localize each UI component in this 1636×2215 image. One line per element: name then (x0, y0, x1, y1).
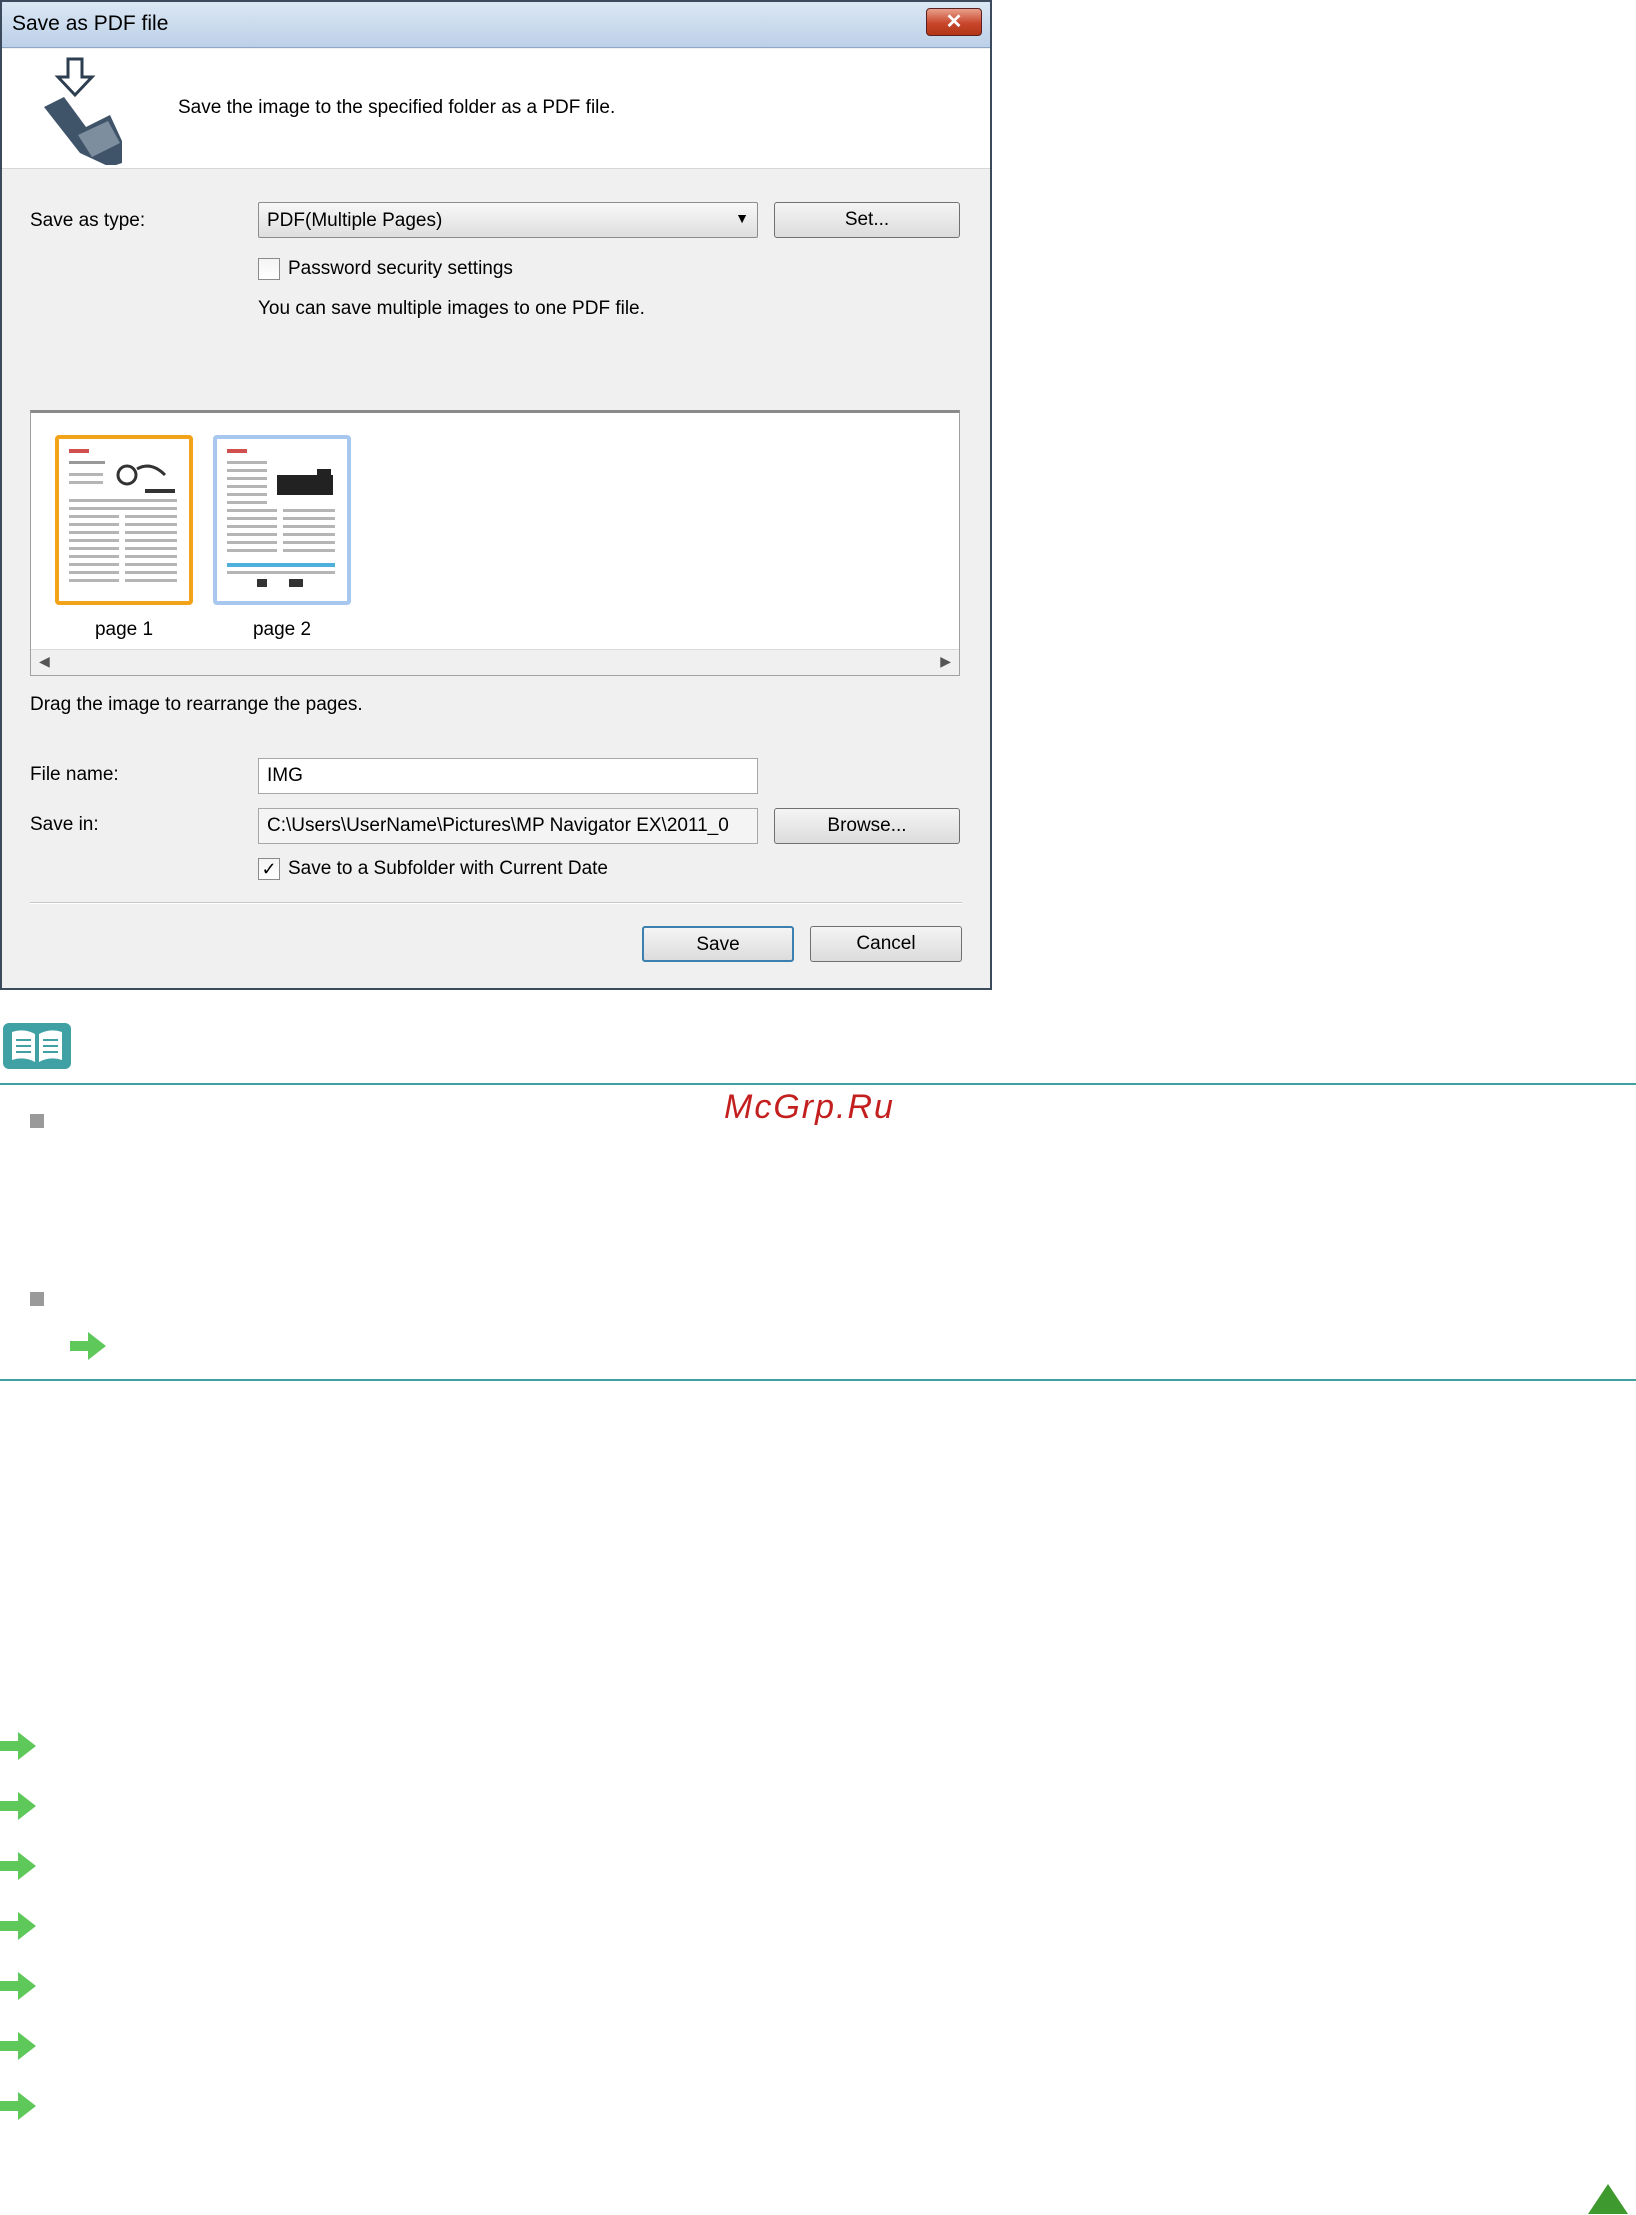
document-page-icon (69, 449, 177, 582)
note-bottom-rule (0, 1379, 1636, 1381)
save-as-pdf-dialog: Save as PDF file ✕ Save the image to the… (0, 0, 992, 990)
note-book-icon (3, 1023, 71, 1069)
note-bullet-1 (30, 1114, 44, 1128)
page-thumbnails-area[interactable]: page 1 page 2 ◀ ▶ (30, 410, 960, 676)
drag-hint: Drag the image to rearrange the pages. (30, 694, 363, 715)
dropdown-arrow-icon: ▼ (735, 210, 749, 226)
link-arrow-icon[interactable] (0, 2092, 36, 2120)
back-to-top-icon[interactable] (1588, 2184, 1628, 2214)
cancel-button[interactable]: Cancel (810, 926, 962, 962)
save-as-type-value: PDF(Multiple Pages) (267, 210, 443, 231)
page-thumbnail[interactable] (55, 435, 193, 605)
link-arrow-icon[interactable] (0, 1792, 36, 1820)
multi-page-info: You can save multiple images to one PDF … (258, 298, 645, 319)
file-name-input[interactable]: IMG (258, 758, 758, 794)
link-arrow-icon[interactable] (0, 1852, 36, 1880)
document-page-icon (227, 449, 335, 587)
save-as-type-select[interactable]: PDF(Multiple Pages) ▼ (258, 202, 758, 238)
page-1-label: page 1 (94, 619, 154, 640)
dialog-separator (30, 902, 962, 904)
link-arrow-icon[interactable] (0, 1972, 36, 2000)
link-arrow-icon[interactable] (0, 2032, 36, 2060)
dialog-title: Save as PDF file (12, 12, 169, 35)
watermark: McGrp.Ru (724, 1088, 895, 1126)
file-name-label: File name: (30, 764, 119, 785)
password-checkbox[interactable] (258, 258, 280, 280)
dialog-description: Save the image to the specified folder a… (178, 97, 616, 118)
note-bullet-2 (30, 1292, 44, 1306)
browse-button[interactable]: Browse... (774, 808, 960, 844)
title-bar[interactable]: Save as PDF file ✕ (2, 2, 990, 48)
page-2-label: page 2 (252, 619, 312, 640)
horizontal-scrollbar[interactable]: ◀ ▶ (31, 649, 959, 675)
page-thumbnail[interactable] (213, 435, 351, 605)
password-checkbox-label: Password security settings (288, 258, 513, 279)
save-as-type-label: Save as type: (30, 210, 146, 231)
link-arrow-icon[interactable] (70, 1332, 106, 1360)
note-top-rule (0, 1083, 1636, 1085)
subfolder-checkbox[interactable]: ✓ (258, 858, 280, 880)
save-button[interactable]: Save (642, 926, 794, 962)
save-in-label: Save in: (30, 814, 99, 835)
scroll-right-icon[interactable]: ▶ (940, 653, 951, 670)
subfolder-checkbox-label: Save to a Subfolder with Current Date (288, 858, 609, 879)
set-button[interactable]: Set... (774, 202, 960, 238)
link-arrow-icon[interactable] (0, 1912, 36, 1940)
close-button[interactable]: ✕ (926, 8, 982, 36)
scroll-left-icon[interactable]: ◀ (39, 653, 50, 670)
link-arrow-icon[interactable] (0, 1732, 36, 1760)
save-folder-icon (44, 57, 122, 165)
dialog-header: Save the image to the specified folder a… (2, 49, 990, 169)
save-in-field[interactable]: C:\Users\UserName\Pictures\MP Navigator … (258, 808, 758, 844)
